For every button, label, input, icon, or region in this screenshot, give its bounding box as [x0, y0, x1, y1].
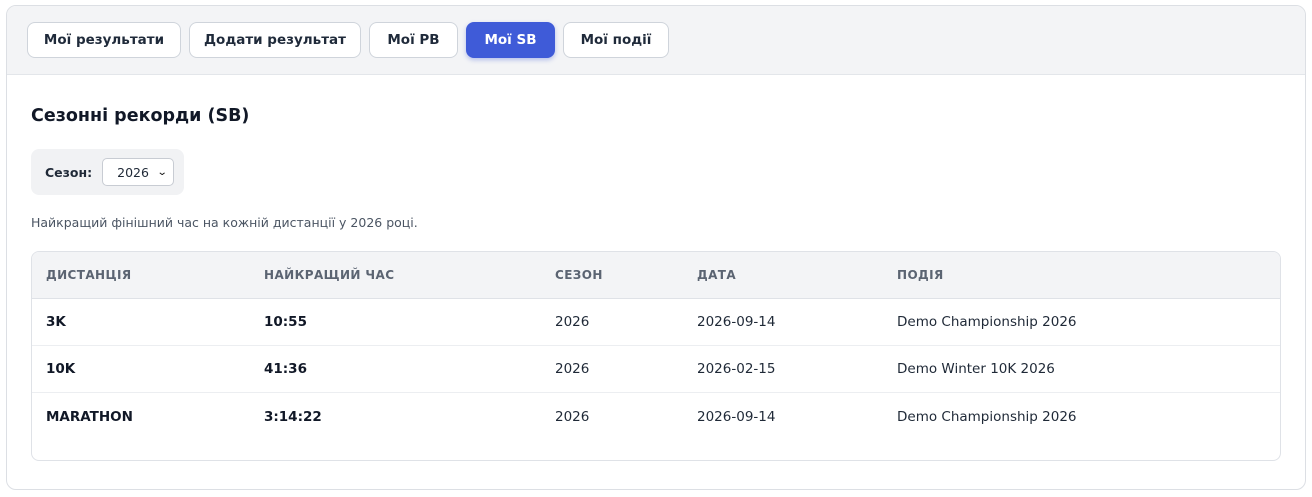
sb-table: ДИСТАНЦІЯ НАЙКРАЩИЙ ЧАС СЕЗОН ДАТА ПОДІЯ… — [31, 251, 1281, 461]
page-title: Сезонні рекорди (SB) — [31, 106, 250, 126]
tab-my-events[interactable]: Мої події — [563, 22, 669, 58]
table-row: 10K 41:36 2026 2026-02-15 Demo Winter 10… — [32, 346, 1280, 393]
cell-date: 2026-02-15 — [697, 361, 776, 377]
cell-event: Demo Championship 2026 — [897, 314, 1077, 330]
cell-best-time: 10:55 — [264, 314, 307, 330]
cell-distance: MARATHON — [46, 408, 133, 425]
table-row: 3K 10:55 2026 2026-09-14 Demo Championsh… — [32, 299, 1280, 346]
cell-best-time: 3:14:22 — [264, 408, 322, 425]
cell-event: Demo Winter 10K 2026 — [897, 361, 1055, 377]
header-date: ДАТА — [697, 268, 737, 282]
cell-season: 2026 — [555, 314, 590, 330]
cell-date: 2026-09-14 — [697, 314, 776, 330]
cell-distance: 3K — [46, 314, 66, 330]
tab-my-pb[interactable]: Мої PB — [369, 22, 458, 58]
cell-event: Demo Championship 2026 — [897, 408, 1077, 425]
season-select-value: 2026 — [117, 164, 149, 180]
header-event: ПОДІЯ — [897, 268, 944, 282]
cell-distance: 10K — [46, 361, 76, 377]
tab-my-sb[interactable]: Мої SB — [466, 22, 555, 58]
tab-add-result[interactable]: Додати результат — [189, 22, 361, 58]
tab-bar: Мої результати Додати результат Мої PB М… — [7, 6, 1305, 75]
cell-best-time: 41:36 — [264, 361, 307, 377]
sb-card: Мої результати Додати результат Мої PB М… — [6, 5, 1306, 490]
chevron-down-icon: ⌄ — [156, 166, 168, 178]
cell-date: 2026-09-14 — [697, 408, 776, 425]
tab-my-results[interactable]: Мої результати — [27, 22, 181, 58]
table-row: MARATHON 3:14:22 2026 2026-09-14 Demo Ch… — [32, 393, 1280, 440]
cell-season: 2026 — [555, 408, 590, 425]
cell-season: 2026 — [555, 361, 590, 377]
header-distance: ДИСТАНЦІЯ — [46, 268, 132, 282]
season-description: Найкращий фінішний час на кожній дистанц… — [31, 215, 418, 230]
season-select[interactable]: 2026 ⌄ — [102, 158, 175, 186]
season-label: Сезон: — [45, 164, 93, 180]
header-season: СЕЗОН — [555, 268, 603, 282]
season-filter: Сезон: 2026 ⌄ — [31, 149, 184, 195]
table-header: ДИСТАНЦІЯ НАЙКРАЩИЙ ЧАС СЕЗОН ДАТА ПОДІЯ — [32, 252, 1280, 299]
header-best-time: НАЙКРАЩИЙ ЧАС — [264, 268, 395, 282]
